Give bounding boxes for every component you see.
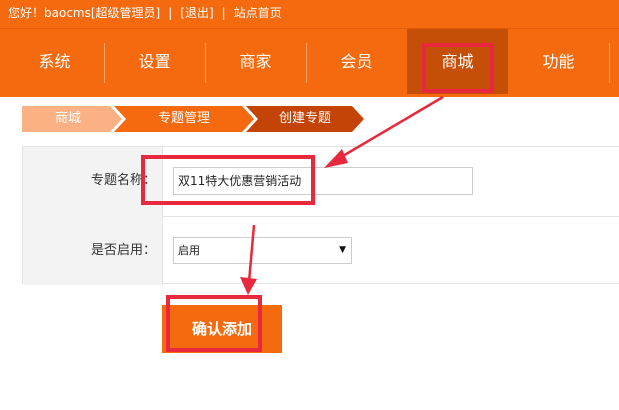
create-topic-form: 专题名称： 双11特大优惠营销活动 是否启用： 启用 ▼ (22, 146, 619, 285)
logout-link[interactable]: [退出] (180, 0, 213, 26)
site-home-link[interactable]: 站点首页 (234, 0, 282, 26)
nav-item-mall[interactable]: 商城 (407, 29, 508, 95)
top-separator: | (168, 6, 173, 20)
topic-name-input[interactable]: 双11特大优惠营销活动 (173, 167, 473, 195)
enable-select-value: 启用 (178, 244, 200, 257)
form-row-enable: 是否启用： 启用 ▼ (23, 216, 619, 285)
top-bar: 您好！baocms[超级管理员] | [退出] | 站点首页 (0, 0, 619, 28)
breadcrumb-item-mall[interactable]: 商城 (22, 106, 122, 132)
nav-item-merchant[interactable]: 商家 (205, 29, 306, 95)
enable-select[interactable]: 启用 ▼ (173, 237, 352, 264)
nav-bottom-rule (0, 94, 619, 97)
breadcrumb-item-create-topic: 创建专题 (246, 106, 364, 132)
nav-item-features[interactable]: 功能 (508, 29, 609, 95)
nav-item-system[interactable]: 系统 (4, 29, 105, 95)
top-separator: | (221, 6, 226, 20)
breadcrumb-item-topic-manage[interactable]: 专题管理 (114, 106, 254, 132)
nav-item-member[interactable]: 会员 (306, 29, 407, 95)
main-nav: 系统 设置 商家 会员 商城 功能 (0, 28, 619, 95)
breadcrumb-label: 商城 (54, 111, 81, 126)
nav-divider (609, 43, 610, 83)
breadcrumb-label: 专题管理 (157, 111, 210, 126)
confirm-add-button[interactable]: 确认添加 (162, 305, 282, 353)
dropdown-arrow-icon: ▼ (339, 245, 346, 255)
breadcrumb-label: 创建专题 (278, 111, 331, 126)
topic-name-label: 专题名称： (23, 147, 163, 216)
form-row-topic-name: 专题名称： 双11特大优惠营销活动 (23, 147, 619, 217)
enable-label: 是否启用： (23, 216, 163, 285)
nav-item-settings[interactable]: 设置 (104, 29, 205, 95)
user-greeting: 您好！baocms[超级管理员] (8, 6, 161, 20)
